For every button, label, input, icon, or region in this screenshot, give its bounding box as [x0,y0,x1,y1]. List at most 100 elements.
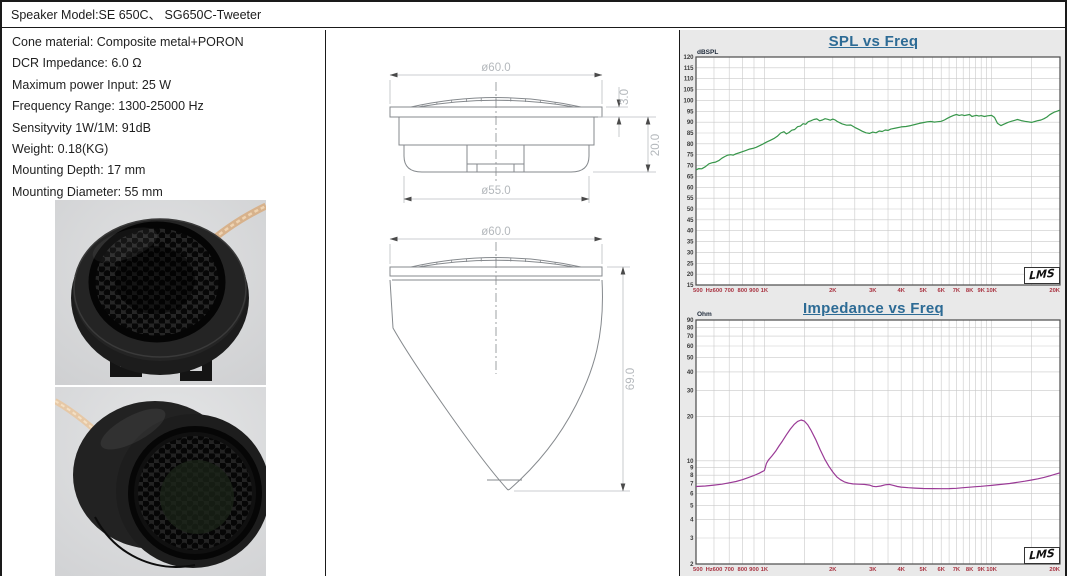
y-tick-label: 5 [690,503,694,509]
x-tick-label: 800 [738,567,748,573]
plot-area [696,320,1060,564]
y-tick-label: 40 [687,229,694,235]
x-tick-label: 700 [724,288,734,294]
spec-max-power: Maximum power Input: 25 W [12,75,317,96]
x-tick-label: 1K [761,567,769,573]
drawing-side-view-dimensions [390,75,656,203]
y-tick-label: 25 [687,261,694,267]
drawing-cone-view [390,242,602,490]
x-tick-label: Hz600 [706,567,723,573]
spec-weight: Weight: 0.18(KG) [12,139,317,160]
x-tick-label: 6K [937,567,945,573]
page-title: Speaker Model:SE 650C、 SG650C-Tweeter [2,2,1065,28]
y-tick-label: 3 [690,536,694,542]
x-tick-label: 500 [693,567,703,573]
y-tick-label: 100 [683,98,694,104]
dim-top-diameter: ø60.0 [481,226,510,238]
spec-dcr-impedance: DCR Impedance: 6.0 Ω [12,53,317,74]
y-tick-label: 4 [690,518,694,524]
x-tick-label: 5K [919,567,927,573]
spec-cone-material: Cone material: Composite metal+PORON [12,32,317,53]
y-tick-label: 105 [683,88,694,94]
spec-frequency-range: Frequency Range: 1300-25000 Hz [12,96,317,117]
spec-mounting-depth: Mounting Depth: 17 mm [12,160,317,181]
drawing-side-view [390,82,602,182]
dim-mounting-height: 20.0 [650,134,662,156]
x-tick-label: 2K [829,567,837,573]
y-tick-label: 9 [690,466,694,472]
x-tick-label: 900 [749,567,759,573]
x-tick-label: 700 [724,567,734,573]
x-tick-label: 5K [919,288,927,294]
spec-list: Cone material: Composite metal+PORON DCR… [12,32,317,203]
datasheet-page: Speaker Model:SE 650C、 SG650C-Tweeter Co… [0,0,1067,576]
x-tick-label: 9K [977,567,985,573]
lms-watermark: LMS [1024,267,1060,284]
y-tick-label: 8 [690,473,694,479]
plot-area [696,57,1060,285]
x-tick-label: 500 [693,288,703,294]
dimension-drawings: ø60.0 ø55.0 3.0 20.0 [326,30,679,576]
y-tick-label: 50 [687,207,694,213]
x-tick-label: 7K [953,567,961,573]
y-tick-label: 20 [687,272,694,278]
y-tick-label: 20 [687,414,694,420]
dim-top-diameter: ø60.0 [481,62,510,74]
spec-sensitivity: Sensityvity 1W/1M: 91dB [12,118,317,139]
spl-chart: 1201151101051009590858075706560555045403… [680,30,1067,298]
y-tick-label: 55 [687,196,694,202]
x-tick-label: 1K [761,288,769,294]
y-tick-label: 70 [687,164,694,170]
y-tick-label: 60 [687,185,694,191]
y-tick-label: 85 [687,131,694,137]
x-tick-label: 20K [1049,567,1060,573]
y-tick-label: 40 [687,370,694,376]
x-tick-label: 900 [749,288,759,294]
y-tick-label: 115 [684,66,694,72]
x-tick-label: 20K [1049,288,1060,294]
y-tick-label: 90 [687,318,694,324]
y-tick-label: 80 [687,326,694,332]
x-tick-label: 10K [986,567,997,573]
y-tick-label: 90 [687,120,694,126]
dim-flange-thickness: 3.0 [619,89,631,105]
y-tick-label: 65 [687,174,694,180]
technical-drawings-panel: ø60.0 ø55.0 3.0 20.0 [325,30,679,576]
x-tick-label: 7K [953,288,961,294]
y-tick-label: 10 [687,459,694,465]
impedance-chart: 90807060504030201098765432500Hz600700800… [680,298,1067,576]
x-tick-label: 3K [869,288,877,294]
x-tick-label: Hz600 [706,288,723,294]
x-tick-label: 4K [897,288,905,294]
y-tick-label: 30 [687,250,694,256]
y-tick-label: 80 [687,142,694,148]
charts-panel: SPL vs Freq dBSPL 1201151101051009590858… [679,30,1067,576]
x-tick-label: 3K [869,567,877,573]
x-tick-label: 9K [977,288,985,294]
tweeter-top-photo-image [55,200,266,385]
x-tick-label: 10K [986,288,997,294]
y-tick-label: 60 [687,344,694,350]
tweeter-angle-photo-image [55,387,266,576]
y-tick-label: 75 [687,153,694,159]
y-tick-label: 7 [690,482,694,488]
y-tick-label: 95 [687,109,694,115]
x-tick-label: 4K [897,567,905,573]
side-view-dim-labels: ø60.0 ø55.0 3.0 20.0 [481,62,662,197]
lms-watermark: LMS [1024,547,1060,564]
drawing-cone-view-dimensions [390,239,630,491]
cone-view-dim-labels: ø60.0 69.0 [481,226,637,390]
y-tick-label: 120 [683,55,694,61]
dim-total-height: 69.0 [625,368,637,390]
dim-bottom-diameter: ø55.0 [481,185,510,197]
x-tick-label: 8K [966,288,974,294]
y-tick-label: 6 [690,492,694,498]
product-photo-top-view [55,200,266,385]
product-photo-angle-view [55,387,266,576]
y-tick-label: 35 [687,240,694,246]
x-tick-label: 8K [966,567,974,573]
y-tick-label: 50 [687,356,694,362]
y-tick-label: 70 [687,334,694,340]
y-tick-label: 45 [687,218,694,224]
y-tick-label: 30 [687,388,694,394]
